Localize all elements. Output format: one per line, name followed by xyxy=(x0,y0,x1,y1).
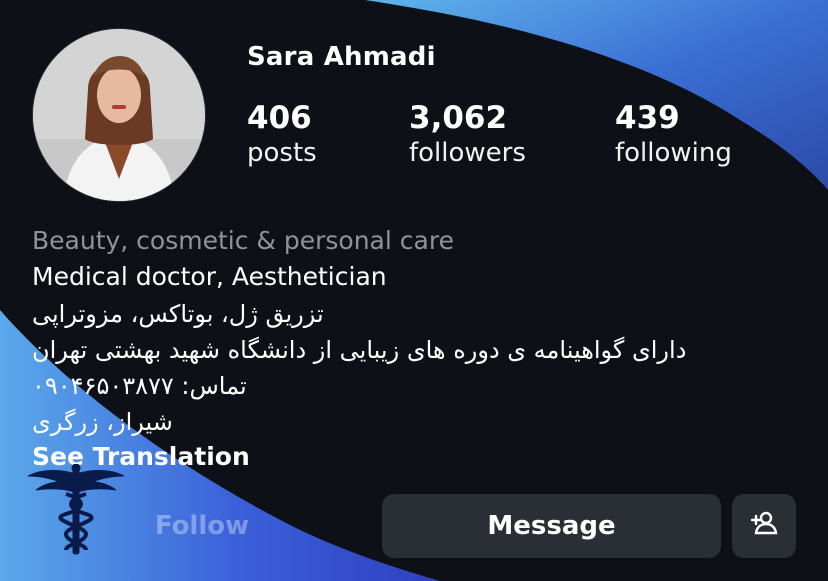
person-plus-icon xyxy=(749,508,779,545)
bio-line-5-location: شیراز، زرگری xyxy=(32,408,173,436)
profile-category: Beauty, cosmetic & personal care xyxy=(32,226,454,255)
stat-posts[interactable]: 406 posts xyxy=(247,100,317,170)
followers-count: 3,062 xyxy=(409,100,508,136)
bio-line-2: تزریق ژل، بوتاکس، مزوتراپی xyxy=(32,300,324,328)
stat-followers[interactable]: 3,062 followers xyxy=(409,100,526,170)
followers-label: followers xyxy=(409,138,526,168)
stat-following[interactable]: 439 following xyxy=(615,100,732,170)
profile-username: Sara Ahmadi xyxy=(247,42,436,72)
following-label: following xyxy=(615,138,732,168)
follow-label: Follow xyxy=(154,511,250,541)
caduceus-icon xyxy=(26,463,126,560)
message-button[interactable]: Message xyxy=(382,494,721,558)
message-label: Message xyxy=(487,511,616,541)
profile-avatar[interactable] xyxy=(32,28,206,202)
posts-count: 406 xyxy=(247,100,312,136)
following-count: 439 xyxy=(615,100,680,136)
posts-label: posts xyxy=(247,138,317,168)
bio-line-1: Medical doctor, Aesthetician xyxy=(32,262,387,291)
add-person-button[interactable] xyxy=(732,494,796,558)
bio-line-3: دارای گواهینامه ی دوره های زیبایی از دان… xyxy=(32,336,687,364)
bio-line-4-contact[interactable]: تماس: ۰۹۰۴۶۵۰۳۸۷۷ xyxy=(32,372,247,400)
